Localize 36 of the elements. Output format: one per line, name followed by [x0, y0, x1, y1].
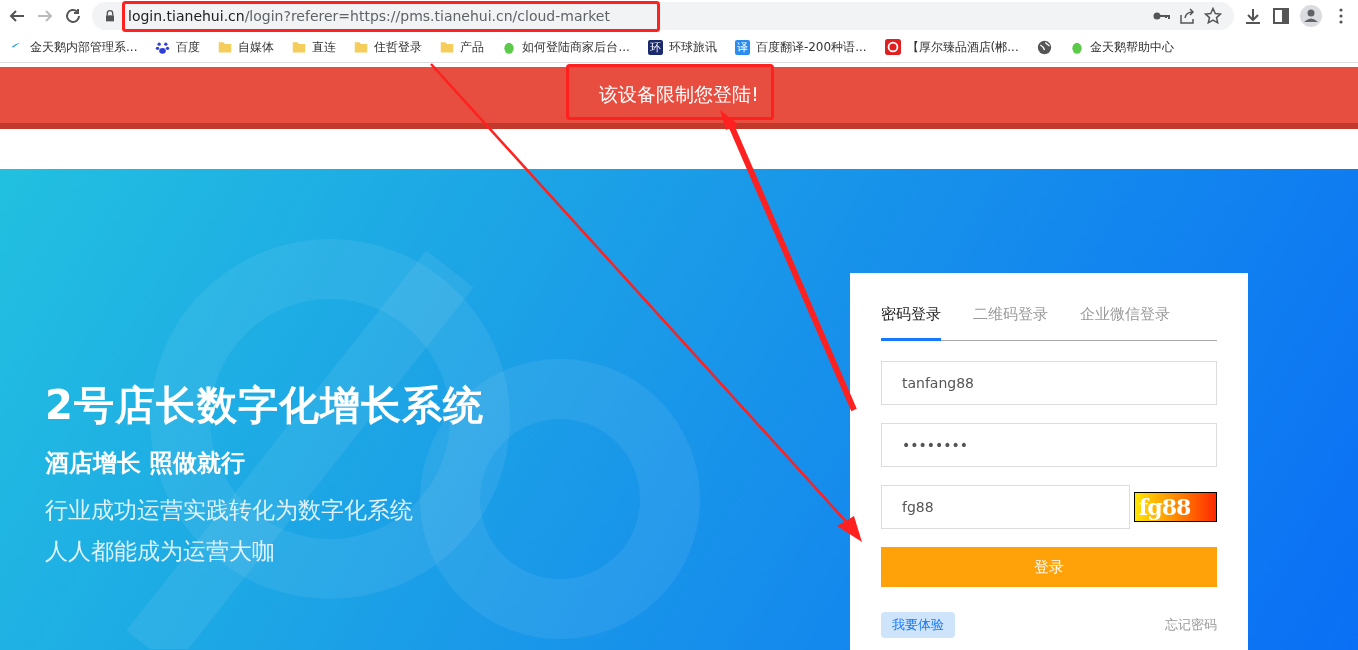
username-field[interactable]: tanfang88: [881, 361, 1217, 405]
error-message: 该设备限制您登陆!: [599, 82, 759, 107]
address-bar[interactable]: login.tianehui.cn/login?referer=https://pms.tianehui.cn/cloud-market: [92, 2, 1234, 30]
hero-tagline: 人人都能成为运营大咖: [45, 537, 276, 566]
url-text: login.tianehui.cn/login?referer=https://pms.tianehui.cn/cloud-market: [128, 8, 610, 24]
download-icon[interactable]: [1244, 7, 1262, 25]
profile-icon[interactable]: [1300, 5, 1322, 27]
login-tab[interactable]: 密码登录: [881, 299, 941, 341]
folder-icon: [354, 40, 369, 54]
bookmark[interactable]: 百度: [155, 38, 201, 56]
reload-icon[interactable]: [64, 7, 82, 25]
bookmark[interactable]: 住哲登录: [354, 38, 423, 56]
folder-icon: [440, 40, 455, 54]
bookmark[interactable]: 如何登陆商家后台...: [502, 38, 630, 56]
captcha-field[interactable]: fg88: [881, 485, 1130, 529]
lock-icon: [104, 9, 116, 23]
bookmark[interactable]: 直连: [292, 38, 337, 56]
bookmark[interactable]: 产品: [440, 38, 485, 56]
badge-icon: 环: [647, 39, 663, 55]
bookmark[interactable]: 【厚尔臻品酒店(郴...: [884, 38, 1019, 56]
hero-subtitle: 酒店增长 照做就行: [45, 448, 247, 479]
bookmark[interactable]: 金天鹅帮助中心: [1069, 38, 1174, 56]
folder-icon: [292, 40, 307, 54]
bookmark[interactable]: 译 百度翻译-200种语...: [734, 38, 867, 56]
bookmark[interactable]: 自媒体: [218, 38, 275, 56]
folder-icon: [218, 40, 233, 54]
hero-title: 2号店长数字化增长系统: [45, 381, 484, 430]
badge-icon: 译: [734, 39, 750, 55]
side-panel-icon[interactable]: [1272, 7, 1290, 25]
bookmark[interactable]: 环 环球旅讯: [647, 38, 717, 56]
bookmark[interactable]: 金天鹅内部管理系...: [8, 38, 138, 56]
globe-icon: [1036, 39, 1052, 55]
share-icon[interactable]: [1178, 7, 1196, 25]
password-field[interactable]: ••••••••: [881, 423, 1217, 467]
star-icon[interactable]: [1204, 7, 1222, 25]
hero-tagline: 行业成功运营实践转化为数字化系统: [45, 496, 414, 525]
